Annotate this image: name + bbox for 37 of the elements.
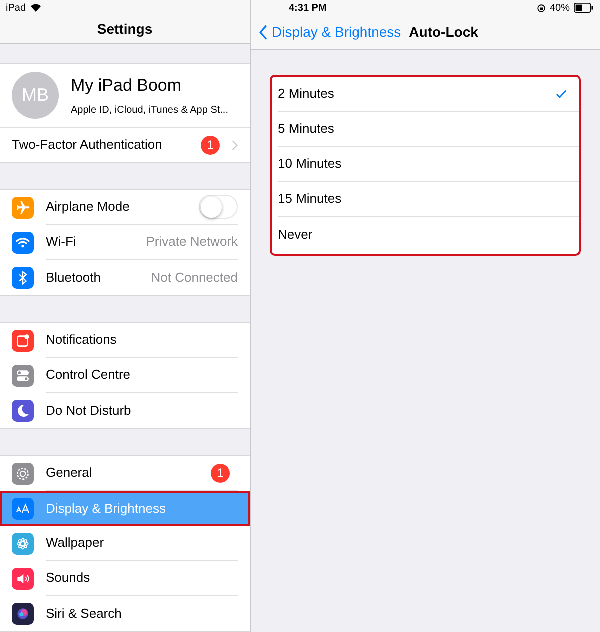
row-label: Airplane Mode xyxy=(46,198,131,216)
battery-icon xyxy=(574,3,594,13)
row-label: Wallpaper xyxy=(46,534,106,552)
row-label: Sounds xyxy=(46,569,92,588)
row-label: Control Centre xyxy=(46,366,132,384)
profile-row[interactable]: MB My iPad Boom Apple ID, iCloud, iTunes & App St... xyxy=(0,64,250,128)
row-value: Not Connected xyxy=(151,268,238,287)
row-label: Wi-Fi xyxy=(46,233,78,252)
chevron-icon xyxy=(232,140,238,150)
option-row[interactable]: 15 Minutes xyxy=(278,182,579,217)
profile-subtitle: Apple ID, iCloud, iTunes & App St... xyxy=(71,104,228,118)
rotation-lock-icon xyxy=(536,4,546,12)
row-label: General xyxy=(46,464,94,482)
wifi-icon xyxy=(30,2,42,14)
row-label: Do Not Disturb xyxy=(46,402,132,420)
back-button[interactable]: Display & Brightness xyxy=(259,22,402,43)
toggle-switch[interactable] xyxy=(199,195,238,219)
clock: 4:31 PM xyxy=(289,2,328,16)
option-row[interactable]: 2 Minutes xyxy=(278,77,579,112)
notification-badge: 1 xyxy=(211,464,230,482)
battery-percent: 40% xyxy=(550,2,570,16)
row-label: Display & Brightness xyxy=(46,500,167,518)
avatar: MB xyxy=(12,72,59,119)
device-name: iPad xyxy=(6,2,26,16)
option-row[interactable]: 5 Minutes xyxy=(278,112,579,147)
page-title: Auto-Lock xyxy=(409,23,478,42)
two-factor-row[interactable]: Two-Factor Authentication 1 xyxy=(0,128,250,162)
row-label: Siri & Search xyxy=(46,604,123,623)
notification-badge: 1 xyxy=(201,136,220,154)
profile-name: My iPad Boom xyxy=(71,75,183,98)
row-value: Private Network xyxy=(146,233,238,252)
row-label: Notifications xyxy=(46,331,118,350)
sidebar-title: Settings xyxy=(97,20,153,39)
option-row[interactable]: Never xyxy=(278,217,579,252)
back-chevron-icon xyxy=(259,25,268,40)
row-label: Bluetooth xyxy=(46,268,102,287)
option-row[interactable]: 10 Minutes xyxy=(278,147,579,182)
